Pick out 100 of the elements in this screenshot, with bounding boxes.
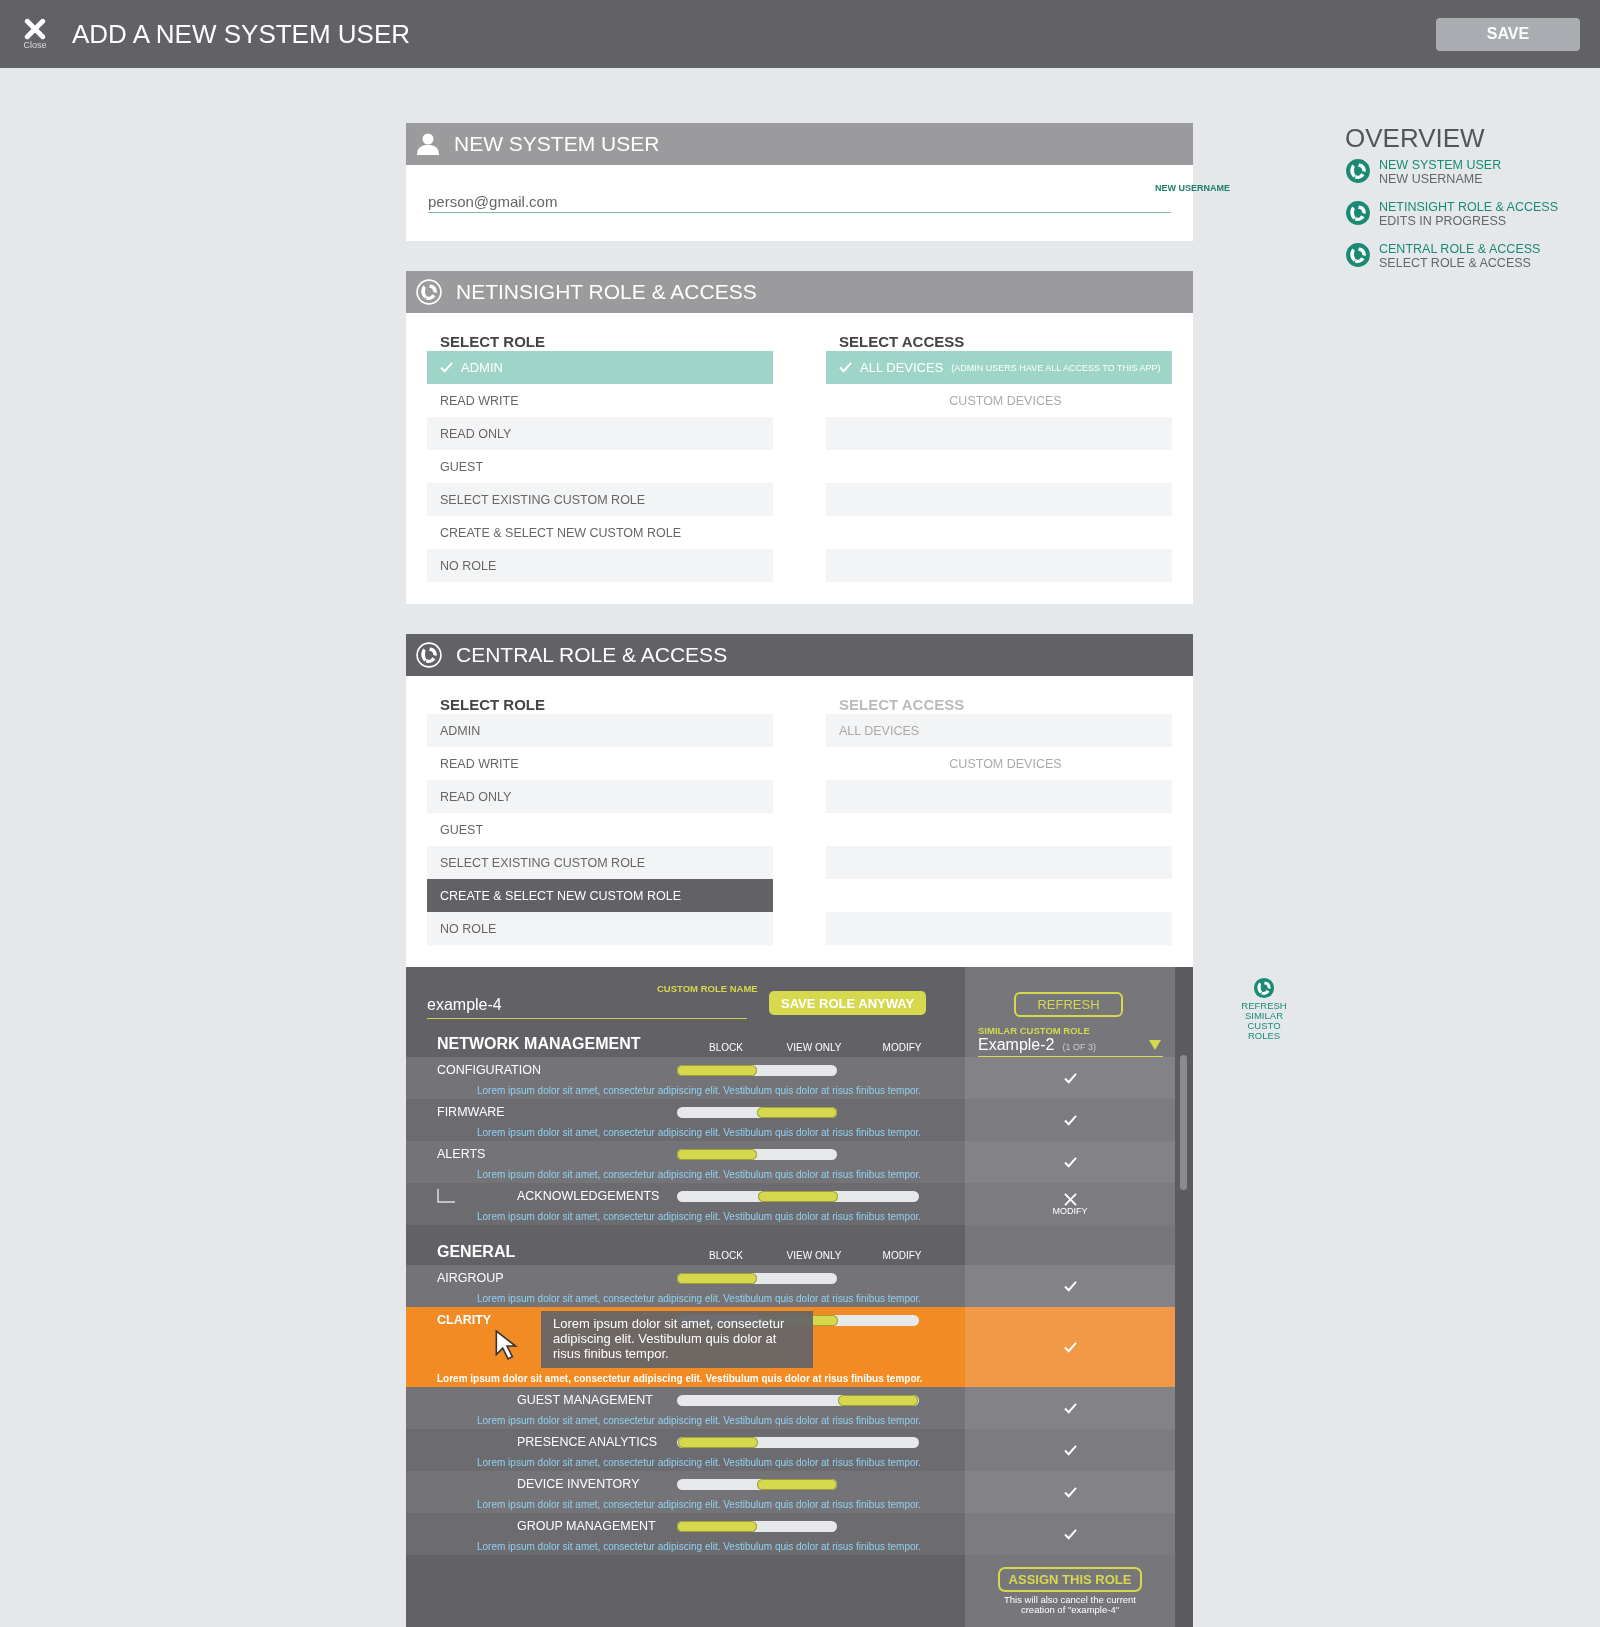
permission-name: ACKNOWLEDGEMENTS bbox=[517, 1189, 660, 1203]
role-option[interactable]: ADMIN bbox=[427, 714, 773, 747]
section-title: CENTRAL ROLE & ACCESS bbox=[456, 643, 728, 667]
permission-name: CONFIGURATION bbox=[437, 1063, 541, 1077]
child-indent-icon bbox=[437, 1189, 455, 1203]
permission-row[interactable]: AIRGROUP Lorem ipsum dolor sit amet, consectetur adipiscing elit. Vestibulum quis dolor at risus finibus tempor. bbox=[406, 1265, 1175, 1307]
field-label: CUSTOM ROLE NAME bbox=[657, 983, 758, 994]
permission-description: Lorem ipsum dolor sit amet, consectetur adipiscing elit. Vestibulum quis dolor at risus finibus tempor. bbox=[437, 1373, 924, 1384]
permission-row[interactable]: CONFIGURATION Lorem ipsum dolor sit amet, consectetur adipiscing elit. Vestibulum quis dolor at risus finibus tempor. bbox=[406, 1057, 1175, 1099]
slider-thumb[interactable] bbox=[677, 1148, 757, 1160]
scrollbar[interactable] bbox=[1180, 1055, 1187, 1190]
section-title: NEW SYSTEM USER bbox=[454, 132, 660, 156]
logo-icon bbox=[1345, 242, 1371, 268]
column-heading: SELECT ACCESS bbox=[838, 696, 966, 714]
access-slider[interactable] bbox=[677, 1106, 837, 1118]
permission-name: PRESENCE ANALYTICS bbox=[517, 1435, 658, 1449]
role-option[interactable]: READ WRITE bbox=[427, 384, 773, 417]
permission-description: Lorem ipsum dolor sit amet, consectetur adipiscing elit. Vestibulum quis dolor at risus finibus tempor. bbox=[476, 1085, 923, 1096]
permission-description: Lorem ipsum dolor sit amet, consectetur adipiscing elit. Vestibulum quis dolor at risus finibus tempor. bbox=[476, 1457, 923, 1468]
logo-icon bbox=[416, 642, 442, 668]
field-label: NEW USERNAME bbox=[1155, 183, 1230, 193]
permission-name: AIRGROUP bbox=[437, 1271, 504, 1285]
access-slider[interactable] bbox=[677, 1190, 919, 1202]
status-note: MODIFY bbox=[1052, 1205, 1088, 1216]
permission-row[interactable]: PRESENCE ANALYTICS Lorem ipsum dolor sit amet, consectetur adipiscing elit. Vestibulum quis dolor at risus finibus tempor. bbox=[406, 1429, 1175, 1471]
role-option[interactable]: CREATE & SELECT NEW CUSTOM ROLE bbox=[427, 516, 773, 549]
permission-description: Lorem ipsum dolor sit amet, consectetur adipiscing elit. Vestibulum quis dolor at risus finibus tempor. bbox=[476, 1415, 923, 1426]
column-label: BLOCK bbox=[708, 1042, 744, 1053]
permission-description: Lorem ipsum dolor sit amet, consectetur adipiscing elit. Vestibulum quis dolor at risus finibus tempor. bbox=[476, 1499, 923, 1510]
field-label: SIMILAR CUSTOM ROLE bbox=[978, 1025, 1091, 1036]
refresh-similar-link[interactable]: REFRESH SIMILAR CUSTO ROLES bbox=[1234, 1001, 1294, 1041]
slider-thumb[interactable] bbox=[677, 1520, 757, 1532]
username-field[interactable]: person@gmail.com bbox=[428, 191, 1171, 213]
role-option[interactable]: NO ROLE bbox=[427, 912, 773, 945]
column-label: BLOCK bbox=[708, 1250, 744, 1261]
group-title: GENERAL bbox=[436, 1243, 517, 1261]
permission-name: GROUP MANAGEMENT bbox=[517, 1519, 656, 1533]
column-heading: SELECT ROLE bbox=[439, 333, 546, 351]
overview-link[interactable]: CENTRAL ROLE & ACCESS bbox=[1379, 242, 1541, 256]
slider-thumb[interactable] bbox=[677, 1272, 757, 1284]
role-option[interactable]: READ WRITE bbox=[427, 747, 773, 780]
permission-name: FIRMWARE bbox=[437, 1105, 505, 1119]
slider-thumb[interactable] bbox=[757, 1190, 839, 1202]
permission-name: GUEST MANAGEMENT bbox=[517, 1393, 653, 1407]
column-heading: SELECT ACCESS bbox=[838, 333, 966, 351]
overview-status: NEW USERNAME bbox=[1379, 172, 1484, 186]
refresh-button[interactable]: REFRESH bbox=[1014, 992, 1123, 1017]
logo-icon bbox=[1345, 200, 1371, 226]
access-slider[interactable] bbox=[677, 1148, 837, 1160]
role-option[interactable]: NO ROLE bbox=[427, 549, 773, 582]
permission-description: Lorem ipsum dolor sit amet, consectetur adipiscing elit. Vestibulum quis dolor at risus finibus tempor. bbox=[476, 1127, 923, 1138]
permission-description: Lorem ipsum dolor sit amet, consectetur adipiscing elit. Vestibulum quis dolor at risus finibus tempor. bbox=[476, 1541, 923, 1552]
logo-icon bbox=[1345, 158, 1371, 184]
assign-role-button[interactable]: ASSIGN THIS ROLE bbox=[998, 1567, 1142, 1592]
role-option[interactable]: GUEST bbox=[427, 450, 773, 483]
permission-row[interactable]: ACKNOWLEDGEMENTS Lorem ipsum dolor sit amet, consectetur adipiscing elit. Vestibulum quis dolor at risus finibus tempor. MODIFY bbox=[406, 1183, 1175, 1225]
role-option[interactable]: GUEST bbox=[427, 813, 773, 846]
permission-row[interactable]: FIRMWARE Lorem ipsum dolor sit amet, consectetur adipiscing elit. Vestibulum quis dolor at risus finibus tempor. bbox=[406, 1099, 1175, 1141]
group-title: NETWORK MANAGEMENT bbox=[436, 1035, 642, 1053]
pointer-cursor-icon bbox=[494, 1329, 520, 1361]
check-icon bbox=[440, 362, 453, 373]
role-name-field[interactable]: example-4 bbox=[427, 992, 747, 1019]
role-option[interactable]: SELECT EXISTING CUSTOM ROLE bbox=[427, 846, 773, 879]
slider-thumb[interactable] bbox=[757, 1106, 837, 1118]
role-option[interactable]: CREATE & SELECT NEW CUSTOM ROLE bbox=[427, 879, 773, 912]
slider-thumb[interactable] bbox=[677, 1436, 759, 1448]
check-icon bbox=[839, 362, 852, 373]
column-label: MODIFY bbox=[881, 1042, 923, 1053]
access-slider[interactable] bbox=[677, 1064, 837, 1076]
permission-name: CLARITY bbox=[437, 1313, 492, 1327]
access-slider[interactable] bbox=[677, 1272, 837, 1284]
role-option[interactable]: READ ONLY bbox=[427, 780, 773, 813]
role-option[interactable]: READ ONLY bbox=[427, 417, 773, 450]
overview-status: SELECT ROLE & ACCESS bbox=[1379, 256, 1532, 270]
column-heading: SELECT ROLE bbox=[439, 696, 546, 714]
access-slider[interactable] bbox=[677, 1520, 837, 1532]
tooltip: Lorem ipsum dolor sit amet, consectetur adipiscing elit. Vestibulum quis dolor at risus finibus tempor. bbox=[541, 1311, 813, 1368]
close-button[interactable]: Close bbox=[20, 18, 50, 50]
permission-row[interactable]: ALERTS Lorem ipsum dolor sit amet, consectetur adipiscing elit. Vestibulum quis dolor at risus finibus tempor. bbox=[406, 1141, 1175, 1183]
permission-row[interactable]: DEVICE INVENTORY Lorem ipsum dolor sit amet, consectetur adipiscing elit. Vestibulum quis dolor at risus finibus tempor. bbox=[406, 1471, 1175, 1513]
permission-row[interactable]: GROUP MANAGEMENT Lorem ipsum dolor sit amet, consectetur adipiscing elit. Vestibulum quis dolor at risus finibus tempor. bbox=[406, 1513, 1175, 1555]
overview-title: OVERVIEW bbox=[1345, 123, 1486, 154]
page-title: ADD A NEW SYSTEM USER bbox=[72, 18, 412, 50]
permission-description: Lorem ipsum dolor sit amet, consectetur adipiscing elit. Vestibulum quis dolor at risus finibus tempor. bbox=[476, 1169, 923, 1180]
access-slider[interactable] bbox=[677, 1478, 837, 1490]
slider-thumb[interactable] bbox=[677, 1064, 757, 1076]
column-label: VIEW ONLY bbox=[785, 1250, 843, 1261]
logo-icon bbox=[1253, 977, 1275, 999]
access-slider[interactable] bbox=[677, 1436, 919, 1448]
overview-link[interactable]: NEW SYSTEM USER bbox=[1379, 158, 1502, 172]
slider-thumb[interactable] bbox=[837, 1394, 919, 1406]
permission-row[interactable] bbox=[406, 1307, 1175, 1387]
assign-note: This will also cancel the current creation of "example-4" bbox=[1003, 1595, 1137, 1616]
overview-status: EDITS IN PROGRESS bbox=[1379, 214, 1508, 228]
access-slider[interactable] bbox=[677, 1394, 919, 1406]
section-title: NETINSIGHT ROLE & ACCESS bbox=[456, 280, 757, 304]
slider-thumb[interactable] bbox=[757, 1478, 837, 1490]
permission-row[interactable]: GUEST MANAGEMENT Lorem ipsum dolor sit amet, consectetur adipiscing elit. Vestibulum quis dolor at risus finibus tempor. bbox=[406, 1387, 1175, 1429]
overview-link[interactable]: NETINSIGHT ROLE & ACCESS bbox=[1379, 200, 1558, 214]
role-option[interactable]: SELECT EXISTING CUSTOM ROLE bbox=[427, 483, 773, 516]
